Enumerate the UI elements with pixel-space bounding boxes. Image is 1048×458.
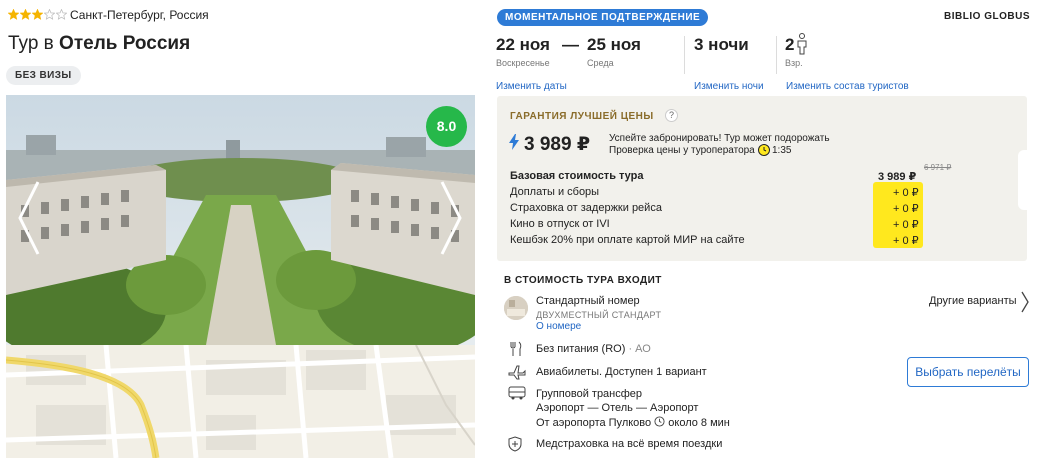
other-variants-link[interactable]: Другие варианты <box>929 295 1017 307</box>
divider <box>684 36 685 74</box>
help-icon[interactable]: ? <box>665 109 678 122</box>
extra-value: + 0 ₽ <box>893 187 919 199</box>
star-filled-icon <box>32 9 43 20</box>
title-prefix: Тур в <box>8 33 54 54</box>
hotel-map[interactable] <box>6 345 475 458</box>
day-to: Среда <box>587 58 614 68</box>
meal-code: · АО <box>628 343 651 355</box>
photo-prev-button[interactable] <box>14 178 44 258</box>
hotel-stars <box>8 9 67 20</box>
transfer-route: Аэропорт — Отель — Аэропорт <box>536 402 699 414</box>
extra-label: Кино в отпуск от IVI <box>510 218 610 230</box>
chevron-left-icon <box>18 181 40 255</box>
extra-value: + 0 ₽ <box>893 235 919 247</box>
change-tourists-link[interactable]: Изменить состав туристов <box>786 81 909 92</box>
change-dates-link[interactable]: Изменить даты <box>496 81 567 92</box>
flights-info: Авиабилеты. Доступен 1 вариант <box>536 366 707 378</box>
visa-badge: БЕЗ ВИЗЫ <box>6 66 81 85</box>
old-price-value: 6 971 ₽ <box>924 163 952 172</box>
date-dash: — <box>562 35 579 54</box>
extra-label: Доплаты и сборы <box>510 186 600 198</box>
extra-label: Кешбэк 20% при оплате картой МИР на сайт… <box>510 234 745 246</box>
date-from: 22 ноя <box>496 35 550 54</box>
lightning-icon <box>509 134 519 150</box>
room-name: Стандартный номер <box>536 295 640 307</box>
timer-icon <box>758 144 770 156</box>
best-price-guarantee: ГАРАНТИЯ ЛУЧШЕЙ ЦЕНЫ <box>510 111 654 122</box>
hotel-photo[interactable] <box>6 95 475 345</box>
base-price-label: Базовая стоимость тура <box>510 170 644 182</box>
photo-next-button[interactable] <box>436 178 466 258</box>
nights-count: 3 ночи <box>694 35 749 54</box>
transfer-time-value: около 8 мин <box>668 417 730 429</box>
insurance-info: Медстраховка на всё время поездки <box>536 438 723 450</box>
hotel-location: Санкт-Петербург, Россия <box>70 8 209 22</box>
price-box-tab <box>1018 150 1028 210</box>
transfer-time-prefix: От аэропорта Пулково <box>536 417 652 429</box>
date-to: 25 ноя <box>587 35 641 54</box>
cutlery-icon <box>510 341 522 356</box>
chevron-right-icon <box>440 181 462 255</box>
hotel-name: Отель Россия <box>59 33 191 54</box>
room-type: ДВУХМЕСТНЫЙ СТАНДАРТ <box>536 310 662 320</box>
rating-badge: 8.0 <box>426 106 467 147</box>
room-thumbnail <box>504 296 528 320</box>
tour-operator: BIBLIO GLOBUS <box>944 11 1030 22</box>
change-nights-link[interactable]: Изменить ночи <box>694 81 764 92</box>
person-icon <box>797 33 807 55</box>
star-filled-icon <box>8 9 19 20</box>
transfer-time: От аэропорта Пулково около 8 мин <box>536 416 730 429</box>
tourists-label: Взр. <box>785 58 803 68</box>
meal-info: Без питания (RO) · АО <box>536 343 651 355</box>
transfer-type: Групповой трансфер <box>536 388 643 400</box>
plane-icon <box>508 365 526 380</box>
shield-icon <box>508 436 522 452</box>
divider <box>776 36 777 74</box>
price-warning: Успейте забронировать! Тур может подорож… <box>609 133 830 144</box>
about-room-link[interactable]: О номере <box>536 321 581 332</box>
bus-icon <box>508 386 526 400</box>
extra-label: Страховка от задержки рейса <box>510 202 662 214</box>
chevron-right-icon[interactable] <box>1020 290 1030 314</box>
choose-flights-button[interactable]: Выбрать перелёты <box>907 357 1029 387</box>
meal-label: Без питания (RO) <box>536 343 626 355</box>
star-empty-icon <box>44 9 55 20</box>
price-check-text: Проверка цены у туроператора <box>609 145 755 156</box>
day-from: Воскресенье <box>496 58 550 68</box>
extra-value: + 0 ₽ <box>893 203 919 215</box>
extra-value: + 0 ₽ <box>893 219 919 231</box>
clock-icon <box>654 416 665 427</box>
included-title: В СТОИМОСТЬ ТУРА ВХОДИТ <box>504 275 662 286</box>
star-filled-icon <box>20 9 31 20</box>
page-title: Тур в Отель Россия <box>8 33 190 55</box>
timer-value: 1:35 <box>772 145 792 156</box>
star-empty-icon <box>56 9 67 20</box>
tour-price: 3 989 ₽ <box>524 134 591 155</box>
instant-confirmation-badge: МОМЕНТАЛЬНОЕ ПОДТВЕРЖДЕНИЕ <box>497 9 709 26</box>
tourists-count: 2 <box>785 35 795 54</box>
